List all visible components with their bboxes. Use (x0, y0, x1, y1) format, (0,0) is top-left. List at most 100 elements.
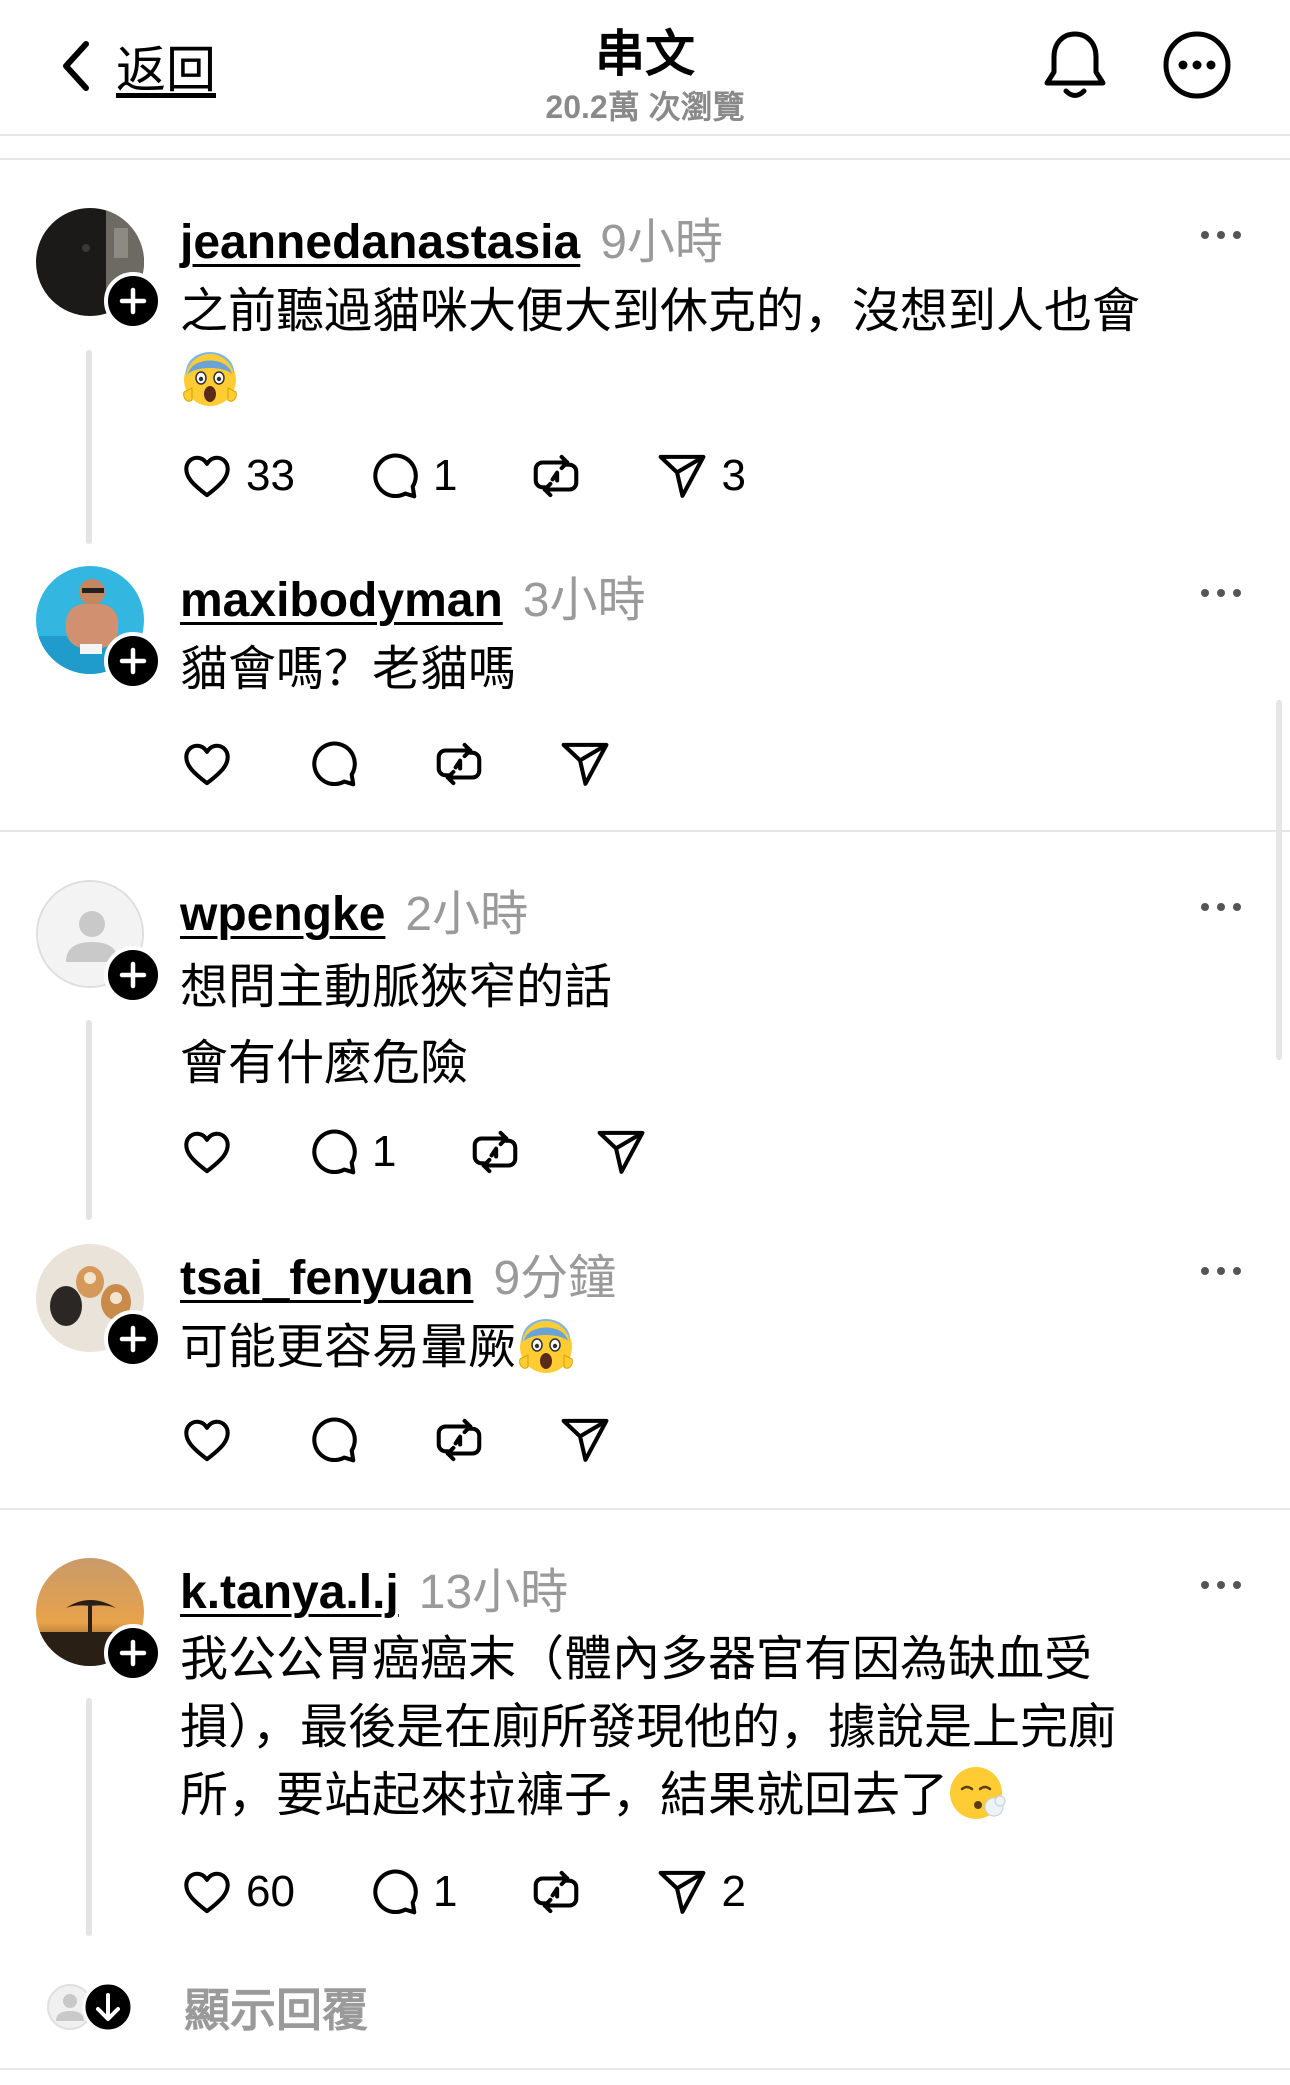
face-exhaling-emoji (948, 1763, 1008, 1823)
more-dots-icon[interactable] (1196, 578, 1246, 608)
send-icon (558, 1413, 612, 1467)
action-bar: 1 (180, 1122, 720, 1182)
repost-icon (529, 1865, 583, 1919)
more-dots-icon[interactable] (1196, 1256, 1246, 1286)
reply-button[interactable] (306, 737, 360, 791)
heart-icon (180, 449, 234, 503)
repost-icon (529, 449, 583, 503)
timestamp: 2小時 (405, 888, 529, 941)
reply-count: 1 (432, 451, 458, 500)
username[interactable]: tsai_fenyuan (180, 1251, 473, 1306)
action-bar (180, 1410, 684, 1470)
share-button[interactable] (558, 1413, 612, 1467)
like-button[interactable] (180, 1413, 234, 1467)
thread-line (86, 350, 92, 544)
comment-text: 我公公胃癌癌末（體內多器官有因為缺血受 損），最後是在廁所發現他的，據說是上完廁… (180, 1626, 1220, 1830)
plus-icon (108, 950, 158, 1000)
repost-icon (432, 737, 486, 791)
more-dots-icon[interactable] (1196, 892, 1246, 922)
reply-button[interactable]: 1 (306, 1125, 396, 1179)
repost-button[interactable] (529, 1865, 583, 1919)
reply-button[interactable] (306, 1413, 360, 1467)
plus-icon (108, 276, 158, 326)
username[interactable]: wpengke (180, 887, 385, 942)
username[interactable]: jeannedanastasia (180, 215, 580, 270)
timestamp: 9分鐘 (493, 1252, 617, 1305)
share-button[interactable] (594, 1125, 648, 1179)
like-button[interactable]: 60 (180, 1865, 295, 1919)
face-screaming-in-fear-emoji (516, 1315, 576, 1375)
text-line: 之前聽過貓咪大便大到休克的，沒想到人也會 (180, 285, 1141, 338)
comment-text: 可能更容易暈厥 (180, 1314, 1220, 1382)
send-icon (655, 449, 709, 503)
top-bar: 返回 串文 20.2萬 次瀏覽 (0, 0, 1290, 134)
thread-divider (0, 830, 1290, 832)
text-line: 想問主動脈狹窄的話 (180, 961, 613, 1014)
thread-line (86, 1020, 92, 1220)
action-bar: 33 1 3 (180, 446, 818, 506)
reply-count: 1 (372, 1127, 397, 1176)
heart-icon (180, 1865, 234, 1919)
more-circle-icon[interactable] (1162, 30, 1232, 100)
repost-button[interactable] (529, 449, 583, 503)
share-count: 2 (721, 1867, 746, 1916)
scrollbar[interactable] (1276, 700, 1282, 1060)
more-dots-icon[interactable] (1196, 1570, 1246, 1600)
comment-text: 之前聽過貓咪大便大到休克的，沒想到人也會 (180, 278, 1220, 416)
follow-plus-button[interactable] (104, 272, 162, 330)
text-line: 可能更容易暈厥 (180, 1321, 517, 1374)
heart-icon (180, 737, 234, 791)
show-replies-label[interactable]: 顯示回覆 (184, 1974, 368, 2040)
like-button[interactable] (180, 1125, 234, 1179)
repost-icon (468, 1125, 522, 1179)
reply-button[interactable]: 1 (367, 449, 457, 503)
comment-icon (306, 737, 360, 791)
follow-plus-button[interactable] (104, 1310, 162, 1368)
text-line: 我公公胃癌癌末（體內多器官有因為缺血受 (180, 1633, 1093, 1686)
plus-icon (108, 636, 158, 686)
reply-button[interactable]: 1 (367, 1865, 457, 1919)
timestamp: 3小時 (522, 574, 646, 627)
repost-icon (432, 1413, 486, 1467)
share-button[interactable] (558, 737, 612, 791)
plus-icon (108, 1628, 158, 1678)
send-icon (594, 1125, 648, 1179)
repost-button[interactable] (432, 737, 486, 791)
repost-button[interactable] (468, 1125, 522, 1179)
bell-icon[interactable] (1042, 28, 1108, 104)
like-count: 33 (246, 451, 295, 500)
more-dots-icon[interactable] (1196, 220, 1246, 250)
text-line: 貓會嗎？老貓嗎 (180, 643, 517, 696)
show-replies-button[interactable]: 顯示回覆 (44, 1972, 368, 2042)
share-count: 3 (721, 451, 746, 500)
comment-icon (367, 1865, 421, 1919)
follow-plus-button[interactable] (104, 632, 162, 690)
share-button[interactable]: 3 (655, 449, 746, 503)
share-button[interactable]: 2 (655, 1865, 746, 1919)
comment-text: 想問主動脈狹窄的話 會有什麼危險 (180, 950, 1220, 1102)
repost-button[interactable] (432, 1413, 486, 1467)
username[interactable]: k.tanya.l.j (180, 1565, 399, 1620)
header-divider-2 (0, 158, 1290, 160)
header-divider (0, 134, 1290, 136)
timestamp: 9小時 (600, 216, 723, 269)
follow-plus-button[interactable] (104, 946, 162, 1004)
thread-line (86, 1698, 92, 1936)
heart-icon (180, 1125, 234, 1179)
like-button[interactable] (180, 737, 234, 791)
action-bar (180, 734, 684, 794)
plus-icon (108, 1314, 158, 1364)
text-line: 所，要站起來拉褲子，結果就回去了 (180, 1769, 949, 1822)
like-count: 60 (246, 1867, 295, 1916)
action-bar: 60 1 2 (180, 1862, 818, 1922)
follow-plus-button[interactable] (104, 1624, 162, 1682)
reply-avatars-icon (47, 1981, 134, 2033)
comment-icon (367, 449, 421, 503)
send-icon (558, 737, 612, 791)
username[interactable]: maxibodyman (180, 573, 503, 628)
heart-icon (180, 1413, 234, 1467)
reply-count: 1 (432, 1867, 458, 1916)
thread-divider (0, 1508, 1290, 1510)
comment-icon (306, 1125, 360, 1179)
like-button[interactable]: 33 (180, 449, 295, 503)
